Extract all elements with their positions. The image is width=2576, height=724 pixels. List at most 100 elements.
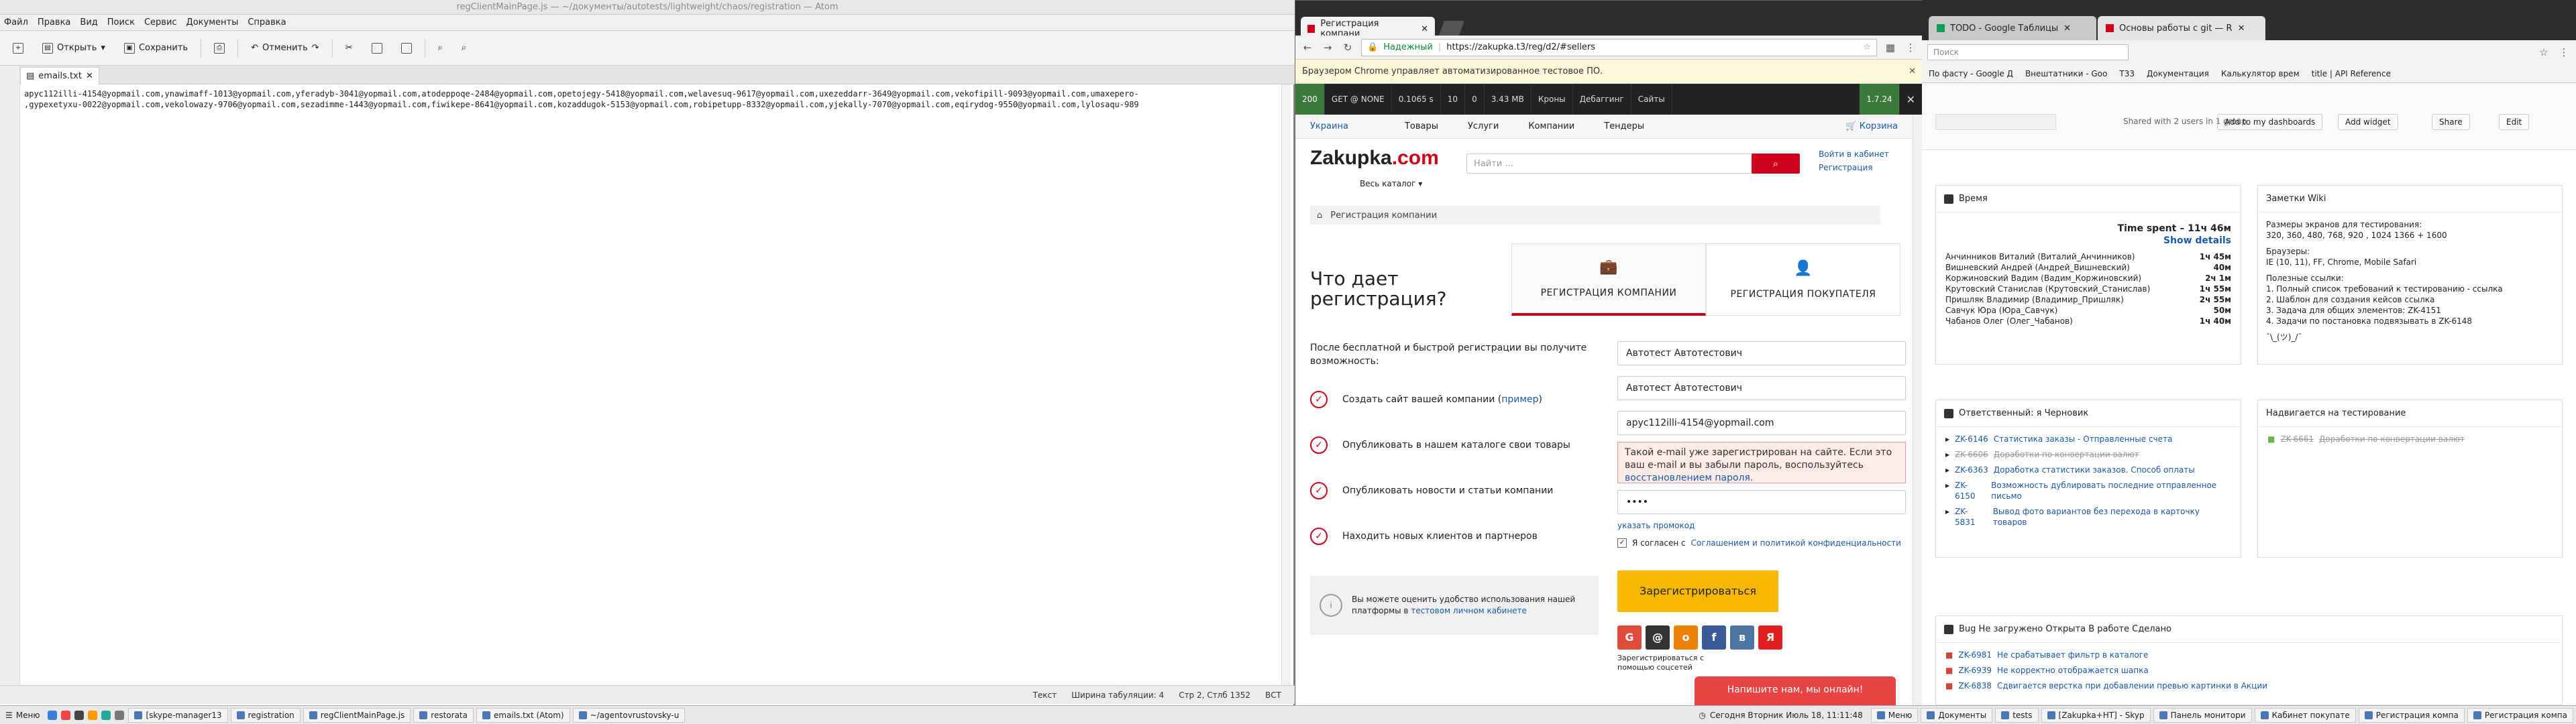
- issue-summary[interactable]: Доработка статистики заказов. Способ опл…: [1994, 465, 2195, 475]
- cron-link[interactable]: Кроны: [1532, 84, 1573, 115]
- launcher-icon[interactable]: [74, 710, 85, 720]
- save-button[interactable]: ▣ Сохранить: [118, 40, 194, 57]
- reload-icon[interactable]: ↻: [1341, 41, 1354, 54]
- menu-tools[interactable]: Сервис: [144, 17, 177, 27]
- issue-row[interactable]: ■ ZK-6939 Не корректно отображается шапка: [1936, 665, 2562, 676]
- bookmark-item[interactable]: По фасту - Google Д: [1929, 69, 2013, 78]
- nav-services[interactable]: Услуги: [1453, 121, 1513, 131]
- taskbar-item[interactable]: Панель монитори: [2153, 707, 2252, 723]
- menu-file[interactable]: Файл: [4, 17, 28, 27]
- agreement-link[interactable]: Соглашением и политикой конфиденциальнос…: [1691, 538, 1901, 548]
- site-logo[interactable]: Zakupka.com: [1310, 147, 1439, 170]
- launcher-icon[interactable]: [101, 710, 111, 720]
- taskbar-item[interactable]: Кабинет покупате: [2254, 707, 2356, 723]
- memory-metric[interactable]: 3.43 MB: [1485, 84, 1532, 115]
- issue-summary[interactable]: Сдвигается верстка при добавлении превью…: [1997, 680, 2267, 691]
- syntax-mode[interactable]: Текст: [1033, 690, 1057, 700]
- online-chat-button[interactable]: Напишите нам, мы онлайн!: [1695, 676, 1896, 706]
- issue-key[interactable]: ZK-6363: [1955, 465, 1988, 475]
- issue-key[interactable]: ZK-6939: [1958, 665, 1992, 676]
- vk-icon[interactable]: в: [1730, 625, 1754, 650]
- taskbar-item[interactable]: Регистрация компа: [2358, 707, 2465, 723]
- issue-row[interactable]: ▸ ZK-6150 Возможность дублировать последни…: [1936, 480, 2241, 501]
- add-widget-button[interactable]: Add widget: [2338, 114, 2398, 130]
- issue-row[interactable]: ▸ ZK-5831 Вывод фото вариантов без переход…: [1936, 506, 2241, 528]
- taskbar-item[interactable]: ~/agentovrustovsky-u: [572, 707, 686, 723]
- google-plus-icon[interactable]: G: [1617, 625, 1642, 650]
- tab-width[interactable]: Ширина табуляции: 4: [1071, 690, 1164, 700]
- cart-link[interactable]: 🛒 Корзина: [1831, 121, 1913, 131]
- menu-help[interactable]: Справка: [248, 17, 286, 27]
- issue-summary[interactable]: Доработки по конвертации валют: [1994, 449, 2139, 460]
- taskbar-item[interactable]: Документы: [1921, 707, 1993, 723]
- restore-password-link[interactable]: восстановлением пароля.: [1625, 473, 1753, 483]
- example-link[interactable]: пример: [1501, 394, 1538, 405]
- close-icon[interactable]: ✕: [2238, 23, 2245, 34]
- tab-emails[interactable]: ▤ emails.txt ✕: [20, 67, 99, 84]
- show-details-link[interactable]: Show details: [1936, 234, 2241, 251]
- new-file-button[interactable]: +: [7, 40, 30, 57]
- add-to-dashboards-button[interactable]: Add to my dashboards: [2217, 114, 2323, 130]
- issue-summary[interactable]: Не корректно отображается шапка: [1997, 665, 2149, 676]
- star-icon[interactable]: ☆: [2537, 46, 2551, 59]
- undo-button[interactable]: ↶ Отменить ↷: [245, 40, 325, 56]
- issue-row[interactable]: ▸ ZK-6146 Статистика заказы - Отправленные…: [1936, 434, 2241, 444]
- taskbar-item[interactable]: restorata: [413, 707, 474, 723]
- editor-scrollbar[interactable]: [1281, 84, 1291, 685]
- issue-key[interactable]: ZK-6838: [1958, 680, 1992, 691]
- edit-button[interactable]: Edit: [2499, 114, 2530, 130]
- register-button[interactable]: Зарегистрироваться: [1617, 570, 1778, 612]
- star-icon[interactable]: ☆: [1863, 42, 1871, 52]
- launcher-icon[interactable]: [48, 710, 58, 720]
- cache-metric[interactable]: 0: [1465, 84, 1485, 115]
- issue-row[interactable]: ▸ ZK-6363 Доработка статистики заказов. Сп…: [1936, 465, 2241, 475]
- issue-key[interactable]: ZK-5831: [1955, 506, 1988, 528]
- menu-icon[interactable]: ⋮: [1904, 41, 1917, 54]
- taskbar-item[interactable]: Меню: [1870, 707, 1919, 723]
- taskbar-item[interactable]: registration: [230, 707, 301, 723]
- address-bar[interactable]: 🔒 Надежный | https://zakupka.t3/reg/d2/#…: [1361, 38, 1877, 56]
- issue-row[interactable]: ■ ZK-6981 Не срабатывает фильтр в каталоге: [1936, 650, 2562, 660]
- issue-summary[interactable]: Возможность дублировать последние отправ…: [1991, 480, 2231, 501]
- search-input[interactable]: [1935, 114, 2056, 130]
- text-editor[interactable]: apyc112illi-4154@yopmail.com,ynawimaff-1…: [20, 84, 1281, 685]
- taskbar-item[interactable]: tests: [1995, 707, 2039, 723]
- taskbar-item[interactable]: emails.txt (Atom): [476, 707, 570, 723]
- request-method[interactable]: GET @ NONE: [1325, 84, 1392, 115]
- password-field[interactable]: ••••: [1617, 490, 1906, 514]
- menu-icon[interactable]: ⋮: [2557, 46, 2571, 59]
- close-icon[interactable]: ✕: [86, 71, 93, 81]
- issue-summary[interactable]: Доработки по конвертации валют: [2319, 434, 2465, 444]
- time-metric[interactable]: 0.1065 s: [1392, 84, 1441, 115]
- print-button[interactable]: ⎙: [208, 40, 231, 57]
- close-icon[interactable]: ✕: [1900, 84, 1923, 115]
- issue-summary[interactable]: Статистика заказы - Отправленные счета: [1994, 434, 2173, 444]
- issue-key[interactable]: ZK-6146: [1955, 434, 1988, 444]
- contact-name-field[interactable]: Автотест Автотестович: [1617, 376, 1906, 400]
- launcher-icon[interactable]: [115, 710, 125, 720]
- back-icon[interactable]: ←: [1301, 41, 1314, 54]
- taskbar-item[interactable]: regClientMainPage.js: [303, 707, 411, 723]
- tab-git-basics[interactable]: Основы работы с git — R ✕: [2098, 16, 2265, 40]
- launcher-icon[interactable]: [61, 710, 71, 720]
- menu-view[interactable]: Вид: [80, 17, 97, 27]
- db-metric[interactable]: 10: [1441, 84, 1466, 115]
- issue-key[interactable]: ZK-6150: [1955, 480, 1986, 501]
- menu-documents[interactable]: Документы: [186, 17, 239, 27]
- odnoklassniki-icon[interactable]: о: [1674, 625, 1698, 650]
- forward-icon[interactable]: →: [1321, 41, 1334, 54]
- page-scrollbar[interactable]: [1913, 115, 1923, 706]
- search-button[interactable]: ⌕: [1752, 154, 1800, 174]
- promo-link[interactable]: указать промокод: [1617, 521, 1695, 530]
- share-button[interactable]: Share: [2432, 114, 2470, 130]
- search-input[interactable]: Найти ...: [1466, 154, 1762, 174]
- issue-summary[interactable]: Вывод фото вариантов без перехода в карт…: [1993, 506, 2231, 528]
- nav-companies[interactable]: Компании: [1513, 121, 1589, 131]
- register-link[interactable]: Регистрация: [1819, 163, 1872, 172]
- tab-buyer-registration[interactable]: 👤 РЕГИСТРАЦИЯ ПОКУПАТЕЛЯ: [1706, 243, 1900, 316]
- catalog-dropdown[interactable]: Весь каталог ▾: [1360, 179, 1422, 188]
- extension-icon[interactable]: ▦: [1884, 41, 1897, 54]
- email-field[interactable]: apyc112illi-4154@yopmail.com: [1617, 411, 1906, 435]
- debug-link[interactable]: Дебаггинг: [1573, 84, 1631, 115]
- open-button[interactable]: ▤ Открыть ▾: [36, 40, 111, 57]
